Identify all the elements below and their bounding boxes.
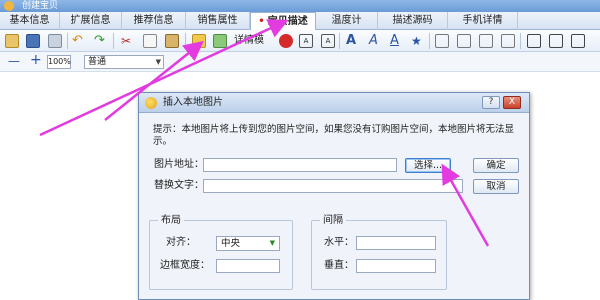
toolbar-divider [520, 33, 521, 49]
align-center-icon[interactable] [457, 34, 471, 48]
paragraph-style-select[interactable]: 普通 ▼ [84, 55, 164, 69]
app-titlebar: 创建宝贝 [0, 0, 600, 12]
alt-text-input[interactable] [203, 179, 463, 193]
image-address-input[interactable] [203, 158, 397, 172]
tab-label: 销售属性 [197, 15, 238, 26]
chevron-down-icon: ▼ [269, 239, 275, 247]
paste-icon[interactable] [165, 34, 179, 48]
align-right-icon[interactable] [479, 34, 493, 48]
close-button[interactable]: X [503, 96, 521, 109]
cut-icon[interactable]: ✂ [121, 34, 135, 48]
tab-label: 推荐信息 [133, 15, 174, 26]
tab-sales-attributes[interactable]: 销售属性 [186, 12, 250, 30]
vertical-spacing-label: 垂直： [324, 260, 354, 271]
horizontal-spacing-input[interactable] [356, 236, 436, 250]
browse-button[interactable]: 选择... [405, 158, 451, 173]
ok-button[interactable]: 确定 [473, 158, 519, 173]
dialog-hint-text: 提示：本地图片将上传到您的图片空间，如果您没有订购图片空间，本地图片将无法显示。 [153, 124, 515, 147]
chevron-down-icon: ▼ [155, 58, 161, 66]
tab-extended-info[interactable]: 扩展信息 [60, 12, 122, 30]
detail-template-label[interactable]: 详情模 [234, 34, 264, 48]
layout-group-legend: 布局 [158, 215, 184, 227]
help-button[interactable]: ? [482, 96, 500, 109]
smiley-icon [145, 97, 157, 109]
active-tab-marker: • [258, 16, 265, 27]
align-left-icon[interactable] [435, 34, 449, 48]
spacing-group-legend: 间隔 [320, 215, 346, 227]
tab-recommend-info[interactable]: 推荐信息 [122, 12, 186, 30]
toolbar-divider [429, 33, 430, 49]
copy-icon[interactable] [143, 34, 157, 48]
format-toolbar: — + 100% 普通 ▼ [0, 52, 600, 72]
dialog-title: 插入本地图片 [163, 97, 223, 108]
print-preview-icon[interactable] [48, 34, 62, 48]
insert-web-image-icon[interactable] [213, 34, 227, 48]
tab-description-source[interactable]: 描述源码 [378, 12, 448, 30]
tab-label: 描述源码 [392, 15, 433, 26]
tab-label: 温度计 [331, 15, 362, 26]
font-bold-icon[interactable]: A [346, 34, 360, 48]
align-justify-icon[interactable] [501, 34, 515, 48]
star-icon[interactable]: ★ [411, 34, 425, 48]
undo-icon[interactable]: ↶ [72, 34, 86, 48]
text-frame-icon[interactable]: A [321, 34, 335, 48]
insert-local-image-icon[interactable] [192, 34, 206, 48]
tab-mobile-details[interactable]: 手机详情 [448, 12, 518, 30]
stop-icon[interactable] [279, 34, 293, 48]
tab-item-description[interactable]: • 宝贝描述 [250, 12, 316, 31]
image-address-label: 图片地址： [154, 159, 204, 170]
font-italic-icon[interactable]: A [369, 34, 383, 48]
paragraph-style-value: 普通 [88, 57, 107, 67]
toolbar-divider [339, 33, 340, 49]
tab-label: 基本信息 [9, 15, 50, 26]
cancel-button[interactable]: 取消 [473, 179, 519, 194]
layout-group: 布局 对齐： 中央 ▼ 边框宽度： [149, 215, 293, 290]
save-icon[interactable] [26, 34, 40, 48]
redo-icon[interactable]: ↷ [94, 34, 108, 48]
open-folder-icon[interactable] [5, 34, 19, 48]
align-select-value: 中央 [221, 238, 241, 249]
tab-label: 宝贝描述 [267, 16, 308, 27]
font-underline-icon[interactable]: A [390, 34, 404, 48]
align-label: 对齐： [166, 237, 196, 248]
zoom-in-icon[interactable]: + [30, 52, 42, 68]
alt-text-label: 替换文字： [154, 180, 204, 191]
dialog-titlebar[interactable]: 插入本地图片 ? X [139, 93, 529, 113]
border-width-label: 边框宽度： [160, 260, 210, 271]
spacing-group: 间隔 水平： 垂直： [311, 215, 447, 290]
app-title: 创建宝贝 [22, 1, 59, 11]
indent-increase-icon[interactable] [527, 34, 541, 48]
tab-thermometer[interactable]: 温度计 [316, 12, 378, 30]
indent-decrease-icon[interactable] [549, 34, 563, 48]
text-box-icon[interactable]: A [299, 34, 313, 48]
align-select[interactable]: 中央 ▼ [216, 236, 280, 251]
editor-toolbar: ↶ ↷ ✂ 详情模 A A A A A ★ [0, 30, 600, 52]
tab-bar: 基本信息 扩展信息 推荐信息 销售属性 • 宝贝描述 温度计 描述源码 手机详情 [0, 12, 600, 31]
toolbar-divider [185, 33, 186, 49]
insert-local-image-dialog: 插入本地图片 ? X 提示：本地图片将上传到您的图片空间，如果您没有订购图片空间… [138, 92, 530, 300]
zoom-level-field[interactable]: 100% [47, 55, 71, 69]
border-width-input[interactable] [216, 259, 280, 273]
horizontal-spacing-label: 水平： [324, 237, 354, 248]
zoom-out-icon[interactable]: — [8, 54, 20, 68]
tab-basic-info[interactable]: 基本信息 [0, 12, 60, 30]
vertical-spacing-input[interactable] [356, 259, 436, 273]
table-icon[interactable] [571, 34, 585, 48]
tab-label: 手机详情 [462, 15, 503, 26]
app-logo-icon [4, 1, 14, 11]
tab-label: 扩展信息 [70, 15, 111, 26]
toolbar-divider [113, 33, 114, 49]
toolbar-divider [67, 33, 68, 49]
